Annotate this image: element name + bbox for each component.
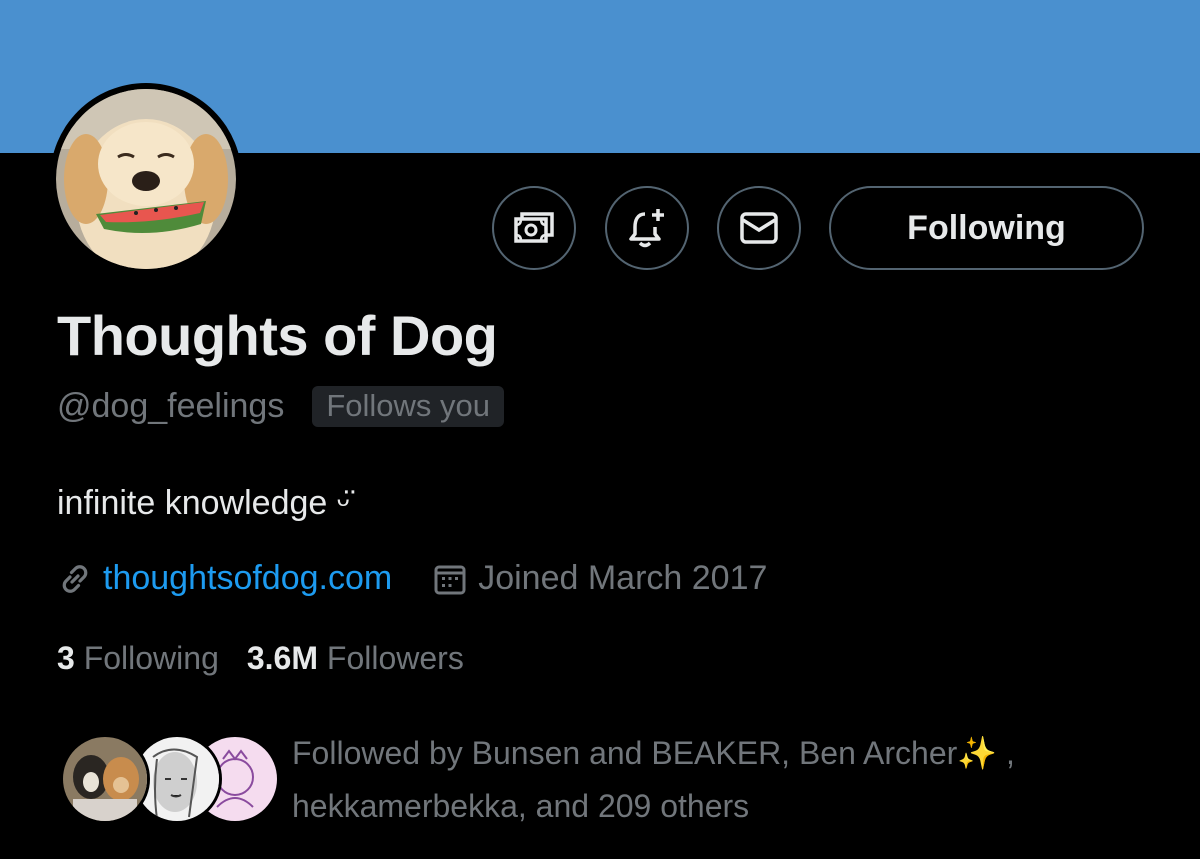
follow-stats: 3 Following 3.6M Followers: [57, 640, 464, 677]
tip-button[interactable]: [492, 186, 576, 270]
followers-label: Followers: [326, 640, 464, 676]
following-stat[interactable]: 3 Following: [57, 640, 219, 677]
display-name: Thoughts of Dog: [57, 304, 498, 367]
message-button[interactable]: [717, 186, 801, 270]
profile-meta: thoughtsofdog.com Joined March 2017: [57, 559, 767, 598]
user-handle: @dog_feelings: [57, 387, 285, 425]
link-icon: [62, 564, 88, 593]
money-icon: [514, 212, 554, 243]
website-link[interactable]: thoughtsofdog.com: [103, 559, 392, 598]
handle-row: @dog_feelings Follows you: [57, 386, 505, 427]
profile-page: Following Thoughts of Dog @dog_feelings …: [0, 0, 1200, 859]
notify-button[interactable]: [605, 186, 689, 270]
followers-count: 3.6M: [246, 640, 318, 676]
mutual-avatar-dogs: [60, 734, 150, 824]
calendar-icon: [434, 565, 466, 594]
followers-stat[interactable]: 3.6M Followers: [247, 640, 464, 677]
following-count: 3: [57, 640, 75, 676]
follows-you-badge: Follows you: [312, 386, 505, 427]
dog-avatar-image: [56, 89, 236, 269]
mutual-followers-avatars[interactable]: [60, 734, 280, 826]
followed-by-text[interactable]: Followed by Bunsen and BEAKER, Ben Arche…: [292, 727, 1152, 833]
profile-avatar[interactable]: [50, 83, 242, 275]
following-label: Following: [83, 640, 219, 676]
website-item[interactable]: thoughtsofdog.com: [57, 559, 392, 598]
profile-bio: infinite knowledge ᵕ̈: [57, 484, 350, 522]
joined-date: Joined March 2017: [478, 559, 768, 597]
joined-item: Joined March 2017: [432, 559, 767, 598]
following-button[interactable]: Following: [829, 186, 1144, 270]
envelope-icon: [740, 212, 778, 244]
bell-plus-icon: [629, 209, 664, 248]
